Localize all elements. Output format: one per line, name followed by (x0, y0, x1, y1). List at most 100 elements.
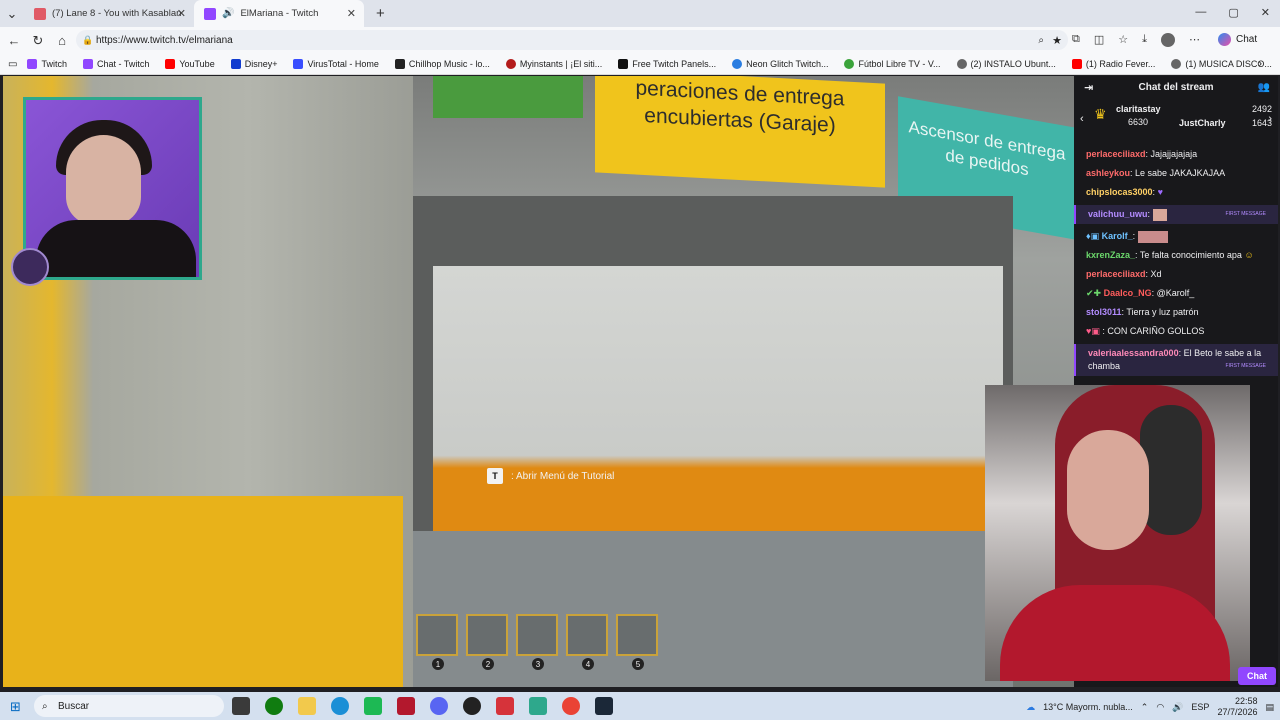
chat-username[interactable]: perlaceciliaxd (1086, 269, 1146, 279)
chat-username[interactable]: valeriaalessandra000 (1088, 348, 1179, 358)
more-icon[interactable]: ⋯ (1189, 33, 1200, 47)
file-explorer-icon[interactable] (298, 697, 316, 715)
first-message-tag: FIRST MESSAGE (1225, 211, 1266, 217)
bookmark-youtube[interactable]: YouTube (165, 59, 215, 69)
floating-webcam-window[interactable] (985, 385, 1250, 681)
tutorial-text: : Abrir Menú de Tutorial (511, 470, 615, 482)
copilot-button[interactable]: Chat (1218, 33, 1257, 46)
new-tab-button[interactable]: + (364, 5, 397, 22)
language-indicator[interactable]: ESP (1191, 702, 1209, 712)
chat-text: : Xd (1145, 269, 1162, 279)
chat-text: : Le sabe JAKAJKAJAA (1130, 168, 1226, 178)
close-tab-icon[interactable]: ✕ (177, 7, 186, 20)
bookmark-radio[interactable]: (1) Radio Fever... (1071, 59, 1155, 69)
downloads-icon[interactable]: ⤓ (1142, 33, 1147, 47)
url-text: https://www.twitch.tv/elmariana (96, 34, 233, 46)
chat-message: ♦▣ Karolf_: (1086, 230, 1266, 243)
discord-like-icon[interactable] (430, 697, 448, 715)
bookmarks-bar: ▭ Twitch Chat - Twitch YouTube Disney+ V… (0, 54, 1280, 75)
home-icon[interactable]: ⌂ (50, 33, 74, 48)
bookmark-disney[interactable]: Disney+ (230, 59, 277, 69)
chat-send-button[interactable]: Chat (1238, 667, 1276, 685)
chat-username[interactable]: chipslocas3000 (1086, 187, 1153, 197)
extensions-icon[interactable]: ⧉ (1072, 33, 1080, 47)
tab-list-dropdown-icon[interactable]: ⌄ (0, 6, 24, 22)
windows-start-icon[interactable]: ⊞ (10, 699, 21, 715)
twitch-favicon-icon (204, 7, 216, 20)
favorites-icon[interactable]: ☆ (1118, 33, 1128, 47)
bookmark-twitch-panels[interactable]: Free Twitch Panels... (618, 59, 716, 69)
volume-icon[interactable]: 🔊 (1172, 702, 1183, 713)
bookmark-myinstants[interactable]: Myinstants | ¡El siti... (505, 59, 602, 69)
bookmark-neon-glitch[interactable]: Neon Glitch Twitch... (732, 59, 828, 69)
slot-number: 1 (432, 658, 444, 670)
chrome-icon[interactable] (562, 697, 580, 715)
favorite-star-icon[interactable]: ★ (1052, 34, 1062, 47)
minimize-icon[interactable]: — (1195, 6, 1206, 19)
zoom-icon[interactable]: ⌕ (1038, 35, 1044, 46)
edge-icon[interactable] (331, 697, 349, 715)
close-window-icon[interactable]: ✕ (1261, 6, 1270, 19)
chat-header: ⇥ Chat del stream 👥 (1074, 76, 1278, 98)
more-bookmarks-icon[interactable]: › (1258, 58, 1262, 70)
obs-icon[interactable] (463, 697, 481, 715)
wifi-icon[interactable]: ◠ (1156, 702, 1164, 713)
taskbar-apps (232, 697, 613, 715)
xbox-icon[interactable] (265, 697, 283, 715)
app-red-icon[interactable] (496, 697, 514, 715)
maximize-icon[interactable]: ▢ (1228, 6, 1238, 19)
collapse-chat-icon[interactable]: ⇥ (1084, 81, 1093, 94)
speaker-icon[interactable]: 🔊 (222, 8, 234, 19)
emote-icon (1152, 208, 1167, 221)
chat-username[interactable]: Daalco_NG (1104, 288, 1152, 298)
chillhop-icon (394, 59, 405, 69)
chat-username[interactable]: stol3011 (1086, 307, 1122, 317)
stream-video[interactable]: peraciones de entrega encubiertas (Garaj… (3, 76, 1074, 687)
close-tab-icon[interactable]: ✕ (347, 7, 356, 20)
profile-avatar[interactable] (1161, 33, 1176, 47)
app-teal-icon[interactable] (529, 697, 547, 715)
tutorial-hint: T : Abrir Menú de Tutorial (487, 467, 614, 485)
chat-username[interactable]: kxrenZaza_ (1086, 250, 1135, 260)
bookmark-disco[interactable]: (1) MUSICA DISCO... (1171, 59, 1272, 69)
task-view-icon[interactable] (232, 697, 250, 715)
leaderboard-prev-icon[interactable]: ‹ (1080, 113, 1084, 125)
leaderboard-next-icon[interactable]: › (1268, 113, 1272, 125)
bookmark-chillhop[interactable]: Chillhop Music - lo... (394, 59, 490, 69)
tab-elmariana[interactable]: 🔊 ElMariana - Twitch ✕ (194, 0, 364, 27)
clock[interactable]: 22:58 27/7/2026 (1217, 696, 1257, 718)
taskbar-search[interactable]: ⌕ Buscar (34, 695, 224, 717)
bookmark-chat-twitch[interactable]: Chat - Twitch (82, 59, 149, 69)
bookmark-virustotal[interactable]: VirusTotal - Home (293, 59, 379, 69)
weather-text[interactable]: 13°C Mayorm. nubla... (1043, 702, 1133, 712)
sidebar-toggle-icon[interactable]: ▭ (8, 59, 17, 70)
chat-username[interactable]: Karolf_ (1102, 231, 1133, 241)
leader-score: 6630 (1128, 117, 1149, 127)
notification-icon[interactable]: ▤ (1265, 702, 1274, 713)
futbol-icon (844, 59, 855, 69)
bookmark-label: VirusTotal - Home (307, 59, 379, 69)
webcam-face (66, 135, 141, 225)
webcam-body (1000, 585, 1230, 681)
chat-username[interactable]: perlaceciliaxd (1086, 149, 1146, 159)
refresh-icon[interactable]: ↻ (26, 33, 50, 49)
chat-username[interactable]: valichuu_uwu (1088, 209, 1148, 219)
back-icon[interactable]: ← (2, 33, 26, 48)
steam-icon[interactable] (595, 697, 613, 715)
bookmark-twitch[interactable]: Twitch (27, 59, 67, 69)
chat-username[interactable]: ashleykou (1086, 168, 1130, 178)
chat-title: Chat del stream (1138, 81, 1214, 93)
inventory-slot: 2 (466, 614, 508, 670)
tray-arrow-icon[interactable]: ⌃ (1141, 702, 1149, 713)
weather-icon[interactable]: ☁ (1026, 702, 1035, 713)
inventory-slot: 4 (566, 614, 608, 670)
voicemeeter-icon[interactable] (397, 697, 415, 715)
bookmark-ubuntu[interactable]: (2) INSTALO Ubunt... (956, 59, 1056, 69)
chat-users-icon[interactable]: 👥 (1258, 82, 1270, 93)
purple-heart-icon: ♥ (1157, 187, 1163, 197)
url-field[interactable]: 🔒 https://www.twitch.tv/elmariana ⌕ ★ (76, 30, 1068, 50)
spotify-like-icon[interactable] (364, 697, 382, 715)
bookmark-futbol[interactable]: Fútbol Libre TV - V... (844, 59, 941, 69)
split-screen-icon[interactable]: ◫ (1094, 33, 1104, 47)
tab-lane8[interactable]: (7) Lane 8 - You with Kasablanca ✕ (24, 0, 194, 27)
